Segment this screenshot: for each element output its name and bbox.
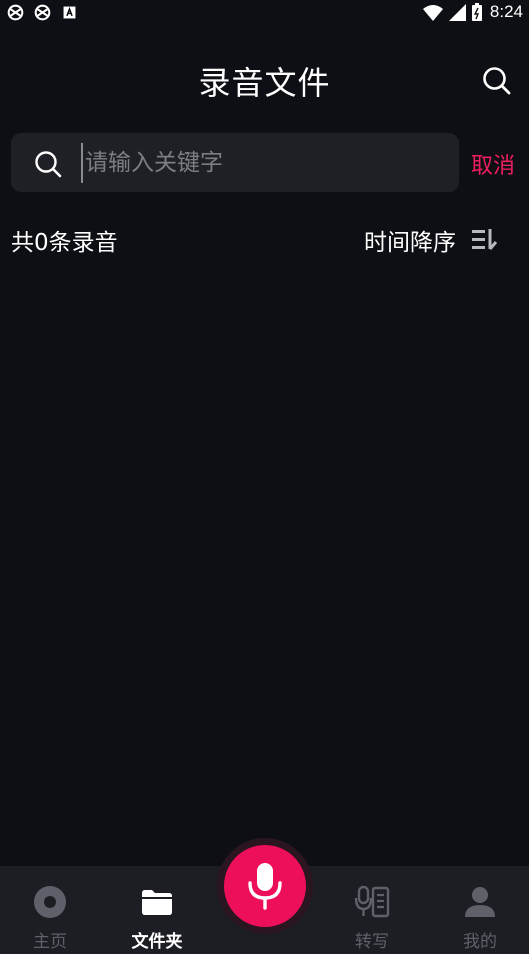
- page-title: 录音文件: [198, 64, 331, 102]
- sync-icon: [7, 4, 24, 21]
- status-time: 8:24: [489, 2, 523, 21]
- home-icon: [34, 886, 66, 918]
- profile-icon: [465, 887, 495, 917]
- status-bar: 8:24: [0, 0, 529, 26]
- search-icon: [35, 151, 62, 178]
- nav-label-profile: 我的: [463, 932, 497, 952]
- sort-button[interactable]: 时间降序: [364, 223, 498, 257]
- recording-count: 共0条录音: [11, 230, 118, 256]
- sort-label: 时间降序: [364, 230, 456, 256]
- search-icon[interactable]: [480, 64, 514, 98]
- nav-label-folder: 文件夹: [131, 932, 183, 952]
- nav-label-home: 主页: [33, 932, 67, 952]
- status-left-icons: [7, 4, 78, 21]
- battery-icon: [471, 3, 482, 21]
- wifi-icon: [422, 4, 443, 21]
- nav-item-profile[interactable]: 我的: [430, 866, 529, 954]
- search-bar: [11, 133, 459, 192]
- nav-item-home[interactable]: 主页: [0, 866, 100, 954]
- microphone-icon: [248, 863, 282, 910]
- sort-icon: [472, 229, 498, 250]
- folder-icon: [142, 890, 172, 915]
- sync-icon: [34, 4, 51, 21]
- signal-icon: [448, 3, 466, 21]
- nav-item-transcribe[interactable]: 转写: [322, 866, 422, 954]
- nav-item-folder[interactable]: 文件夹: [107, 866, 207, 954]
- nav-label-transcribe: 转写: [355, 932, 389, 952]
- cancel-button[interactable]: 取消: [471, 148, 515, 180]
- record-button[interactable]: [224, 845, 306, 927]
- status-right-icons: 8:24: [422, 2, 523, 22]
- accessibility-icon: [63, 6, 76, 19]
- record-button-ring: [217, 838, 313, 934]
- transcribe-icon: [354, 885, 390, 918]
- search-input[interactable]: [81, 143, 441, 183]
